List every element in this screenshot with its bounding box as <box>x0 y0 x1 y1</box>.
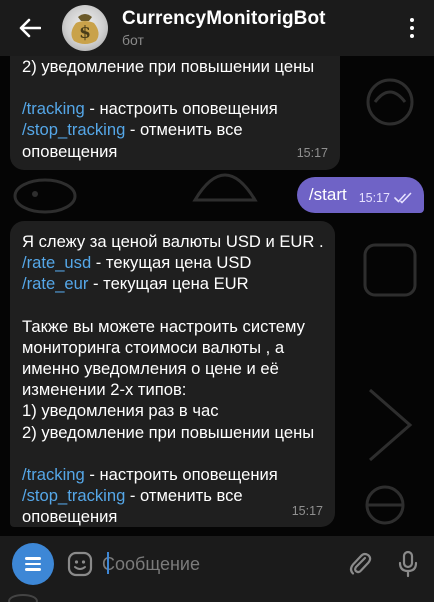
message-line-text: 2) уведомление при повышении цены <box>22 422 315 442</box>
outgoing-message: /start 15:17 <box>296 177 424 213</box>
message-input[interactable] <box>102 544 346 584</box>
message-line: /rate_eur - текущая цена EUR <box>22 273 323 294</box>
message-line: /tracking - настроить оповещения <box>22 464 323 485</box>
message-line-text: 1) уведомления раз в час <box>22 401 219 421</box>
microphone-icon[interactable] <box>396 550 420 578</box>
hamburger-icon <box>25 557 41 560</box>
message-line: /stop_tracking - отменить все <box>22 119 328 140</box>
message-line: /tracking - настроить оповещения <box>22 98 328 119</box>
message-line-text: Также вы можете настроить систему <box>22 316 305 336</box>
chat-header: $ CurrencyMonitorigBot бот <box>0 0 434 56</box>
message-line: именно уведомления о цене и её <box>22 358 323 379</box>
message-line: /rate_usd - текущая цена USD <box>22 252 323 273</box>
message-time: 15:17 <box>296 145 328 160</box>
message-text: Я слежу за ценой валюты USD и EUR ./rate… <box>22 221 324 527</box>
bot-command-link[interactable]: /tracking <box>22 465 85 484</box>
message-line: 1) уведомления раз в час <box>22 400 323 421</box>
bot-command-link[interactable]: /rate_usd <box>22 253 91 272</box>
message-line: мониторинга стоимоси валюты , а <box>22 337 323 358</box>
message-line-text: - настроить оповещения <box>84 99 278 119</box>
bot-command-link[interactable]: /tracking <box>22 99 85 118</box>
message-line: 2) уведомление при повышении цены <box>22 56 328 77</box>
bot-command-link[interactable]: /stop_tracking <box>22 486 125 505</box>
message-line-text: - текущая цена EUR <box>88 274 249 294</box>
bot-command-link[interactable]: /stop_tracking <box>22 120 125 139</box>
bot-status: бот <box>122 32 144 48</box>
emoji-icon[interactable] <box>66 550 94 578</box>
bot-name: CurrencyMonitorigBot <box>122 8 326 29</box>
doodle-icon <box>365 485 405 525</box>
message-line: 2) уведомление при повышении цены <box>22 422 323 443</box>
bot-command-link[interactable]: /rate_eur <box>22 274 88 293</box>
message-line-text: оповещения <box>22 141 118 161</box>
message-line-text: 2) уведомление при повышении цены <box>22 57 315 76</box>
message-line-text: - текущая цена USD <box>91 253 252 273</box>
message-composer <box>0 536 434 592</box>
message-time: 15:17 <box>291 503 323 518</box>
message-text: /start <box>308 185 347 204</box>
text-caret <box>107 552 109 574</box>
paperclip-icon[interactable] <box>346 550 374 578</box>
doodle-icon <box>13 178 77 214</box>
svg-text:$: $ <box>79 23 91 43</box>
message-line-text: - отменить все <box>125 486 243 506</box>
double-check-icon <box>394 192 412 204</box>
message-line: оповещения <box>22 506 323 527</box>
arrow-left-icon <box>19 18 41 38</box>
chat-title[interactable]: CurrencyMonitorigBot бот <box>122 8 326 48</box>
message-line-text: мониторинга стоимоси валюты , а <box>22 337 285 357</box>
message-line-text: Я слежу за ценой валюты USD и EUR . <box>22 232 324 251</box>
message-line-text: - настроить оповещения <box>84 464 278 484</box>
message-line-text: - отменить все <box>125 120 243 140</box>
message-line: Также вы можете настроить систему <box>22 316 323 337</box>
message-time: 15:17 <box>358 191 390 205</box>
doodle-icon <box>366 78 414 126</box>
avatar[interactable]: $ <box>62 5 108 51</box>
message-line: Я слежу за ценой валюты USD и EUR . <box>22 231 324 252</box>
money-bag-icon: $ <box>71 14 99 44</box>
more-vertical-icon <box>410 18 414 22</box>
back-button[interactable] <box>0 0 60 56</box>
more-menu-button[interactable] <box>400 16 424 40</box>
message-line-text: именно уведомления о цене и её <box>22 359 279 379</box>
bottom-panel <box>0 592 434 602</box>
doodle-icon <box>369 388 413 462</box>
message-line: /stop_tracking - отменить все <box>22 485 323 506</box>
incoming-message: Я слежу за ценой валюты USD и EUR ./rate… <box>10 221 335 527</box>
message-line-text: оповещения <box>22 507 118 527</box>
message-line: оповещения <box>22 141 328 162</box>
message-line-text: изменении 2-х типов: <box>22 380 187 400</box>
message-line: изменении 2-х типов: <box>22 379 323 400</box>
doodle-icon <box>363 243 417 297</box>
bot-menu-button[interactable] <box>12 543 54 585</box>
